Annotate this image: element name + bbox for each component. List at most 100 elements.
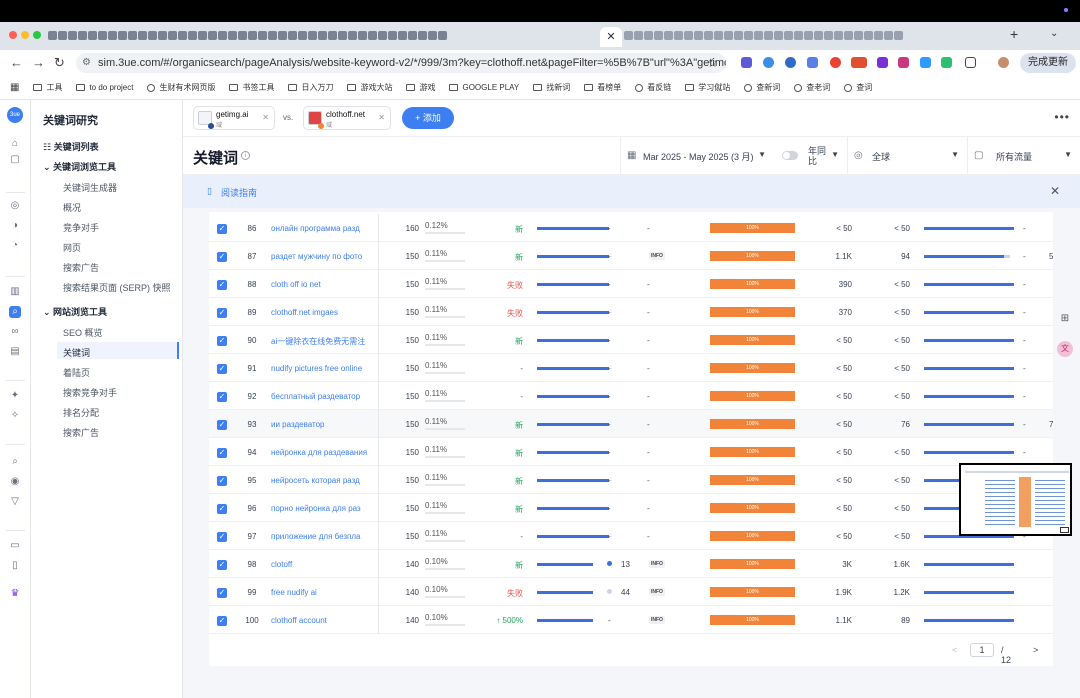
- sidebar-group-site-tools[interactable]: ⌄ 网站浏览工具: [43, 305, 107, 318]
- add-site-button[interactable]: + 添加: [402, 107, 454, 129]
- extension-icon[interactable]: [898, 57, 909, 68]
- keyword-link[interactable]: clothoff.net imgaes: [271, 308, 371, 317]
- tab-favicon[interactable]: [288, 31, 297, 40]
- row-checkbox[interactable]: ✓: [217, 560, 227, 570]
- remove-site-icon[interactable]: ✕: [262, 113, 269, 122]
- extension-icon[interactable]: [920, 57, 931, 68]
- tab-favicon[interactable]: [128, 31, 137, 40]
- tab-favicon[interactable]: [208, 31, 217, 40]
- history-icon[interactable]: ◔: [9, 240, 21, 252]
- tab-favicon[interactable]: [328, 31, 337, 40]
- bookmark-item[interactable]: 看反链: [635, 82, 671, 93]
- row-checkbox[interactable]: ✓: [217, 392, 227, 402]
- sidebar-item-search-competitors[interactable]: 搜索竞争对手: [63, 386, 117, 399]
- tab-favicon[interactable]: [108, 31, 117, 40]
- table-row[interactable]: ✓ 89 clothoff.net imgaes 150 0.11% 失败 - - 100% 37…: [209, 298, 1053, 326]
- tab-favicon[interactable]: [874, 31, 883, 40]
- tab-favicon[interactable]: [674, 31, 683, 40]
- region-select[interactable]: ◎ 全球 ▼: [847, 137, 967, 175]
- tab-favicon[interactable]: [148, 31, 157, 40]
- tab-favicon[interactable]: [624, 31, 633, 40]
- tab-favicon[interactable]: [298, 31, 307, 40]
- reload-icon[interactable]: ↻: [54, 55, 65, 71]
- mobile-icon[interactable]: ▯: [9, 560, 21, 572]
- floating-translate-icon[interactable]: 文: [1057, 341, 1073, 357]
- tab-search-chevron-icon[interactable]: ⌄: [1050, 28, 1058, 39]
- minimize-window-icon[interactable]: [21, 31, 29, 39]
- reading-guide-link[interactable]: 阅读指南: [221, 186, 257, 199]
- tab-favicon[interactable]: [238, 31, 247, 40]
- pinned-tabs-strip[interactable]: [48, 28, 608, 44]
- sparkle-icon[interactable]: ✦: [9, 390, 21, 402]
- tab-favicon[interactable]: [418, 31, 427, 40]
- tab-favicon[interactable]: [884, 31, 893, 40]
- close-guide-icon[interactable]: ✕: [1050, 184, 1060, 198]
- tab-favicon[interactable]: [388, 31, 397, 40]
- tab-favicon[interactable]: [188, 31, 197, 40]
- tab-favicon[interactable]: [704, 31, 713, 40]
- keyword-link[interactable]: clothoff account: [271, 616, 371, 625]
- bookmark-item[interactable]: to do project: [76, 83, 133, 92]
- floating-grid-icon[interactable]: ⊞: [1057, 313, 1073, 329]
- tab-favicon[interactable]: [278, 31, 287, 40]
- row-checkbox[interactable]: ✓: [217, 616, 227, 626]
- table-row[interactable]: ✓ 95 нейросеть которая разд 150 0.11% 新 - - 100%…: [209, 466, 1053, 494]
- keyword-link[interactable]: онлайн программа разд: [271, 224, 371, 233]
- tab-favicon[interactable]: [734, 31, 743, 40]
- sidebar-item-keyword-generator[interactable]: 关键词生成器: [63, 181, 117, 194]
- compare-icon[interactable]: ◑: [9, 220, 21, 232]
- bookmark-item[interactable]: 工具: [33, 82, 62, 93]
- extension-icon[interactable]: [763, 57, 774, 68]
- row-checkbox[interactable]: ✓: [217, 364, 227, 374]
- tab-favicon[interactable]: [644, 31, 653, 40]
- tab-favicon[interactable]: [318, 31, 327, 40]
- tab-favicon[interactable]: [814, 31, 823, 40]
- sidebar-item-site-search-ads[interactable]: 搜索广告: [63, 426, 99, 439]
- forward-icon[interactable]: →: [32, 55, 45, 70]
- sidebar-item-overview[interactable]: 概况: [63, 201, 81, 214]
- row-checkbox[interactable]: ✓: [217, 476, 227, 486]
- tab-favicon[interactable]: [744, 31, 753, 40]
- bookmark-item[interactable]: 看榜单: [584, 82, 621, 93]
- bookmark-item[interactable]: 学习僦站: [685, 82, 730, 93]
- table-row[interactable]: ✓ 92 бесплатный раздеватор 150 0.11% - - - 100% <…: [209, 382, 1053, 410]
- keyword-link[interactable]: free nudify ai: [271, 588, 371, 597]
- tab-favicon[interactable]: [834, 31, 843, 40]
- table-row[interactable]: ✓ 90 ai一键除衣在线免费无需注 150 0.11% 新 - - 100% < 50 < 50 -: [209, 326, 1053, 354]
- thumbnail-expand-icon[interactable]: [1060, 527, 1069, 533]
- keyword-link[interactable]: ai一键除衣在线免费无需注: [271, 336, 371, 347]
- yoy-toggle[interactable]: 年同比 ▼: [772, 137, 847, 175]
- table-row[interactable]: ✓ 100 clothoff account 140 0.10% ↑ 500% - INFO 1…: [209, 606, 1053, 634]
- table-row[interactable]: ✓ 94 нейронка для раздевания 150 0.11% 新 - - 100…: [209, 438, 1053, 466]
- tab-favicon[interactable]: [48, 31, 57, 40]
- tab-favicon[interactable]: [694, 31, 703, 40]
- profile-avatar[interactable]: [998, 57, 1009, 68]
- extension-icon[interactable]: [785, 57, 796, 68]
- tab-favicon[interactable]: [168, 31, 177, 40]
- keyword-link[interactable]: приложение для безпла: [271, 532, 371, 541]
- keyword-link[interactable]: бесплатный раздеватор: [271, 392, 371, 401]
- dashboard-icon[interactable]: ▢: [9, 154, 21, 166]
- tab-favicon[interactable]: [714, 31, 723, 40]
- tab-favicon[interactable]: [774, 31, 783, 40]
- tab-favicon[interactable]: [358, 31, 367, 40]
- filter-icon[interactable]: ▽: [9, 496, 21, 508]
- tab-favicon[interactable]: [378, 31, 387, 40]
- tab-favicon[interactable]: [824, 31, 833, 40]
- keyword-link[interactable]: nudify pictures free online: [271, 364, 371, 373]
- tab-favicon[interactable]: [248, 31, 257, 40]
- sidebar-item-seo-overview[interactable]: SEO 概览: [63, 326, 103, 339]
- keyword-link[interactable]: раздет мужчину по фото: [271, 252, 371, 261]
- maximize-window-icon[interactable]: [33, 31, 41, 39]
- tab-favicon[interactable]: [348, 31, 357, 40]
- extension-icon[interactable]: [877, 57, 888, 68]
- search-analytics-icon[interactable]: ⌕: [9, 456, 21, 468]
- tab-favicon[interactable]: [198, 31, 207, 40]
- ai-icon[interactable]: ✧: [9, 410, 21, 422]
- bookmark-item[interactable]: 游戏大站: [347, 82, 392, 93]
- tab-favicon[interactable]: [228, 31, 237, 40]
- tab-favicon[interactable]: [664, 31, 673, 40]
- sidebar-item-keywords[interactable]: 关键词: [63, 346, 90, 359]
- sidebar-item-rank-distribution[interactable]: 排名分配: [63, 406, 99, 419]
- chrome-extension-icon[interactable]: [830, 57, 841, 68]
